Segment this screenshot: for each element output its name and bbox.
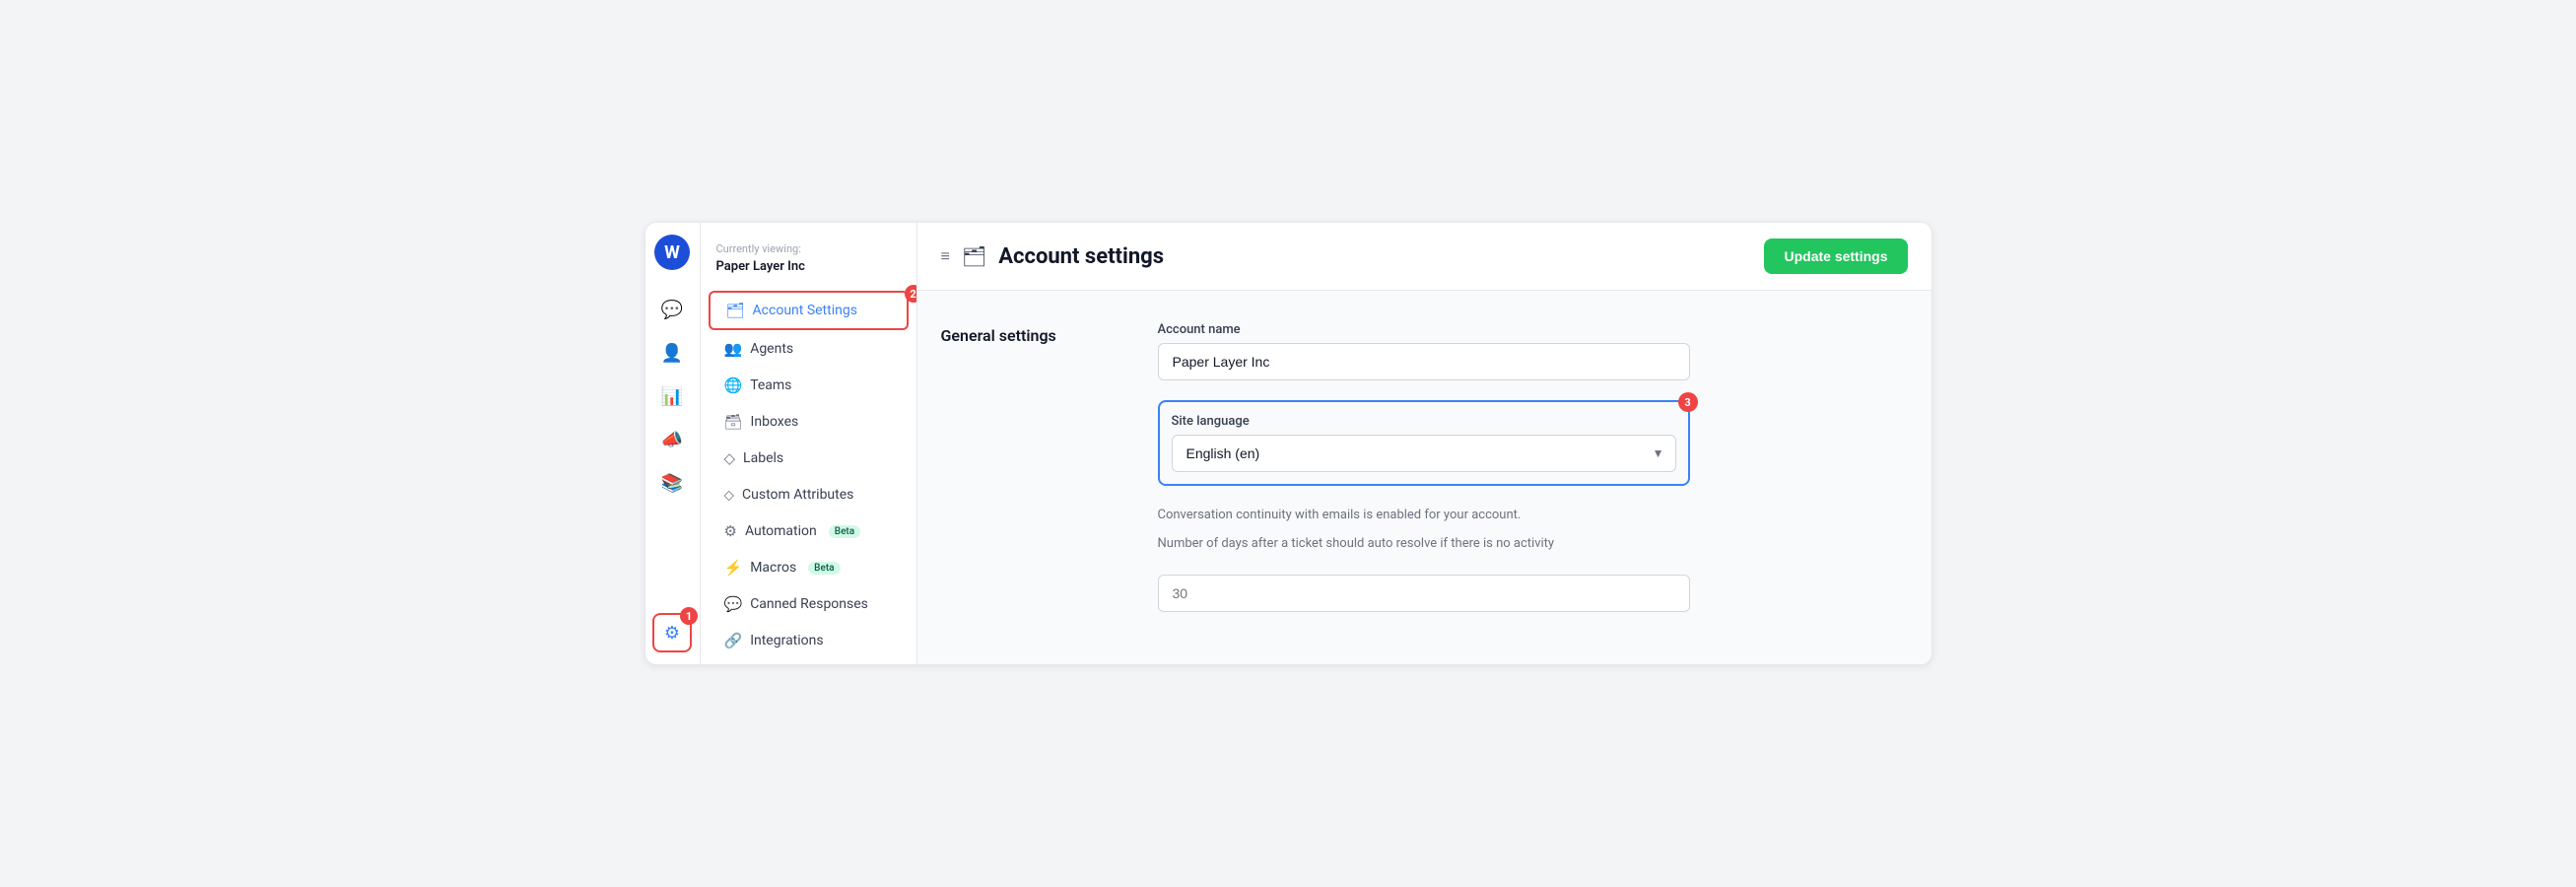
sidebar-icon-campaigns[interactable]: 📣 xyxy=(652,420,692,459)
nav-item-teams-label: Teams xyxy=(750,377,791,393)
nav-item-automation[interactable]: ⚙ Automation Beta xyxy=(709,513,909,549)
account-settings-icon: 🗂 xyxy=(726,302,745,319)
nav-item-inboxes-label: Inboxes xyxy=(751,414,799,430)
nav-item-labels-label: Labels xyxy=(743,450,783,466)
update-settings-button[interactable]: Update settings xyxy=(1764,239,1907,274)
nav-item-wrapper-account-settings: 🗂 Account Settings 2 xyxy=(701,291,916,330)
site-language-label: Site language xyxy=(1172,414,1676,429)
nav-item-canned-responses-label: Canned Responses xyxy=(750,596,868,612)
nav-item-applications[interactable]: ✦ Applications xyxy=(709,659,909,664)
sidebar-icon-settings[interactable]: ⚙ 1 xyxy=(652,613,692,652)
main-content: ≡ 🗂 Account settings Update settings Gen… xyxy=(917,223,1932,664)
labels-icon: ◇ xyxy=(724,449,736,467)
account-name-input[interactable] xyxy=(1158,343,1690,380)
sidebar-icon-chat[interactable]: 💬 xyxy=(652,290,692,329)
auto-resolve-group xyxy=(1158,575,1690,612)
nav-item-account-settings[interactable]: 🗂 Account Settings xyxy=(709,291,909,330)
help-text-group: Conversation continuity with emails is e… xyxy=(1158,506,1690,555)
agents-icon: 👥 xyxy=(724,340,743,358)
nav-item-macros-label: Macros xyxy=(750,560,796,576)
app-container: W 💬 👤 📊 📣 📚 ⚙ 1 Currently viewing: Paper… xyxy=(644,222,1932,665)
sidebar-icon-library[interactable]: 📚 xyxy=(652,463,692,503)
nav-item-integrations-label: Integrations xyxy=(750,633,823,648)
inboxes-icon: 🗃 xyxy=(724,413,743,431)
nav-item-inboxes[interactable]: 🗃 Inboxes xyxy=(709,404,909,440)
nav-item-integrations[interactable]: 🔗 Integrations xyxy=(709,623,909,658)
content-body: General settings Account name 3 Site lan… xyxy=(917,291,1932,664)
general-settings-label: General settings xyxy=(941,322,1099,633)
nav-item-macros[interactable]: ⚡ Macros Beta xyxy=(709,550,909,585)
nav-item-labels[interactable]: ◇ Labels xyxy=(709,441,909,476)
page-title: Account settings xyxy=(998,244,1164,269)
nav-item-canned-responses[interactable]: 💬 Canned Responses xyxy=(709,586,909,622)
step-badge-1: 1 xyxy=(680,607,698,625)
account-name-label: Account name xyxy=(1158,322,1690,337)
site-language-select-wrapper: English (en) French (fr) German (de) Spa… xyxy=(1172,435,1676,472)
app-logo[interactable]: W xyxy=(654,235,690,270)
site-language-group: 3 Site language English (en) French (fr)… xyxy=(1158,400,1690,486)
custom-attributes-icon: ⬦ xyxy=(724,486,735,504)
sidebar-icon-contacts[interactable]: 👤 xyxy=(652,333,692,373)
help-text-line2: Number of days after a ticket should aut… xyxy=(1158,534,1690,555)
top-header: ≡ 🗂 Account settings Update settings xyxy=(917,223,1932,291)
menu-icon[interactable]: ≡ xyxy=(941,246,950,266)
nav-item-account-settings-label: Account Settings xyxy=(753,303,857,318)
automation-beta-badge: Beta xyxy=(829,525,860,538)
company-name: Paper Layer Inc xyxy=(716,259,805,274)
briefcase-icon: 🗂 xyxy=(962,244,986,268)
nav-item-agents-label: Agents xyxy=(750,341,793,357)
nav-item-agents[interactable]: 👥 Agents xyxy=(709,331,909,367)
auto-resolve-input[interactable] xyxy=(1158,575,1690,612)
currently-viewing: Currently viewing: Paper Layer Inc xyxy=(701,235,916,290)
nav-sidebar: Currently viewing: Paper Layer Inc 🗂 Acc… xyxy=(701,223,917,664)
integrations-icon: 🔗 xyxy=(724,632,743,649)
sidebar-icon-reports[interactable]: 📊 xyxy=(652,376,692,416)
teams-icon: 🌐 xyxy=(724,376,743,394)
currently-viewing-label: Currently viewing: xyxy=(716,242,901,255)
account-name-group: Account name xyxy=(1158,322,1690,380)
step-badge-3: 3 xyxy=(1678,392,1698,412)
icon-sidebar: W 💬 👤 📊 📣 📚 ⚙ 1 xyxy=(645,223,701,664)
settings-form: Account name 3 Site language English (en… xyxy=(1158,322,1690,633)
automation-icon: ⚙ xyxy=(724,522,737,540)
nav-item-custom-attributes-label: Custom Attributes xyxy=(742,487,853,503)
help-text-line1: Conversation continuity with emails is e… xyxy=(1158,506,1690,526)
macros-beta-badge: Beta xyxy=(808,562,840,575)
nav-item-automation-label: Automation xyxy=(745,523,817,539)
macros-icon: ⚡ xyxy=(724,559,743,577)
nav-item-teams[interactable]: 🌐 Teams xyxy=(709,368,909,403)
site-language-select[interactable]: English (en) French (fr) German (de) Spa… xyxy=(1172,435,1676,472)
header-left: ≡ 🗂 Account settings xyxy=(941,244,1165,269)
nav-item-custom-attributes[interactable]: ⬦ Custom Attributes xyxy=(709,477,909,512)
canned-responses-icon: 💬 xyxy=(724,595,743,613)
